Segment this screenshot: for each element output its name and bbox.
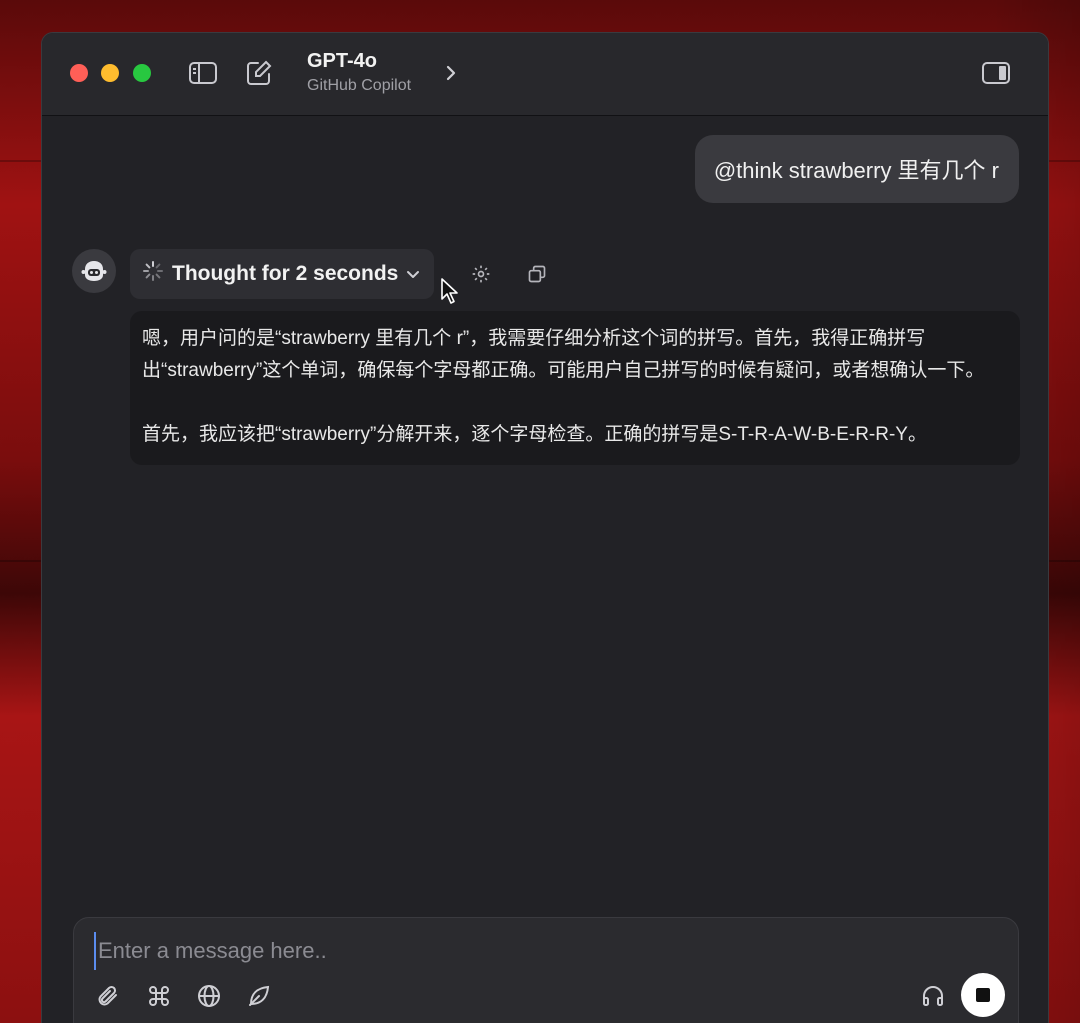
- spinner-icon: [142, 260, 164, 288]
- model-provider[interactable]: GitHub Copilot: [307, 77, 411, 95]
- chevron-right-icon[interactable]: [444, 62, 458, 89]
- compose-icon[interactable]: [245, 60, 273, 86]
- thought-toggle[interactable]: Thought for 2 seconds: [130, 249, 435, 299]
- leaf-icon[interactable]: [245, 982, 273, 1010]
- headphones-icon[interactable]: [919, 982, 947, 1010]
- chevron-down-icon: [406, 262, 420, 286]
- model-title[interactable]: GPT-4o: [307, 50, 377, 73]
- command-icon[interactable]: [145, 982, 173, 1010]
- gear-icon[interactable]: [469, 262, 493, 286]
- thought-label: Thought for 2 seconds: [172, 262, 399, 285]
- stop-icon: [976, 988, 990, 1002]
- sidebar-toggle-icon[interactable]: [189, 60, 217, 86]
- globe-icon[interactable]: [195, 982, 223, 1010]
- minimize-window-button[interactable]: [101, 64, 119, 82]
- thinking-paragraph: 嗯，用户问的是“strawberry 里有几个 r”，我需要仔细分析这个词的拼写…: [142, 328, 985, 381]
- paperclip-icon[interactable]: [94, 982, 122, 1010]
- user-message-bubble: @think strawberry 里有几个 r: [694, 135, 1019, 203]
- mouse-pointer-icon: [440, 277, 460, 310]
- close-window-button[interactable]: [70, 64, 88, 82]
- thinking-paragraph: 首先，我应该把“strawberry”分解开来，逐个字母检查。正确的拼写是S-T…: [142, 424, 927, 445]
- thinking-content: 嗯，用户问的是“strawberry 里有几个 r”，我需要仔细分析这个词的拼写…: [130, 311, 1020, 465]
- message-input[interactable]: [94, 932, 960, 970]
- right-panel-icon[interactable]: [982, 60, 1010, 86]
- title-bar: GPT-4o GitHub Copilot: [42, 33, 1048, 116]
- copy-icon[interactable]: [525, 262, 549, 286]
- chat-window: GPT-4o GitHub Copilot @think strawberry …: [41, 32, 1049, 1023]
- message-composer: [73, 917, 1019, 1023]
- copilot-bot-icon: [72, 249, 116, 293]
- stop-button[interactable]: [961, 973, 1005, 1017]
- zoom-window-button[interactable]: [133, 64, 151, 82]
